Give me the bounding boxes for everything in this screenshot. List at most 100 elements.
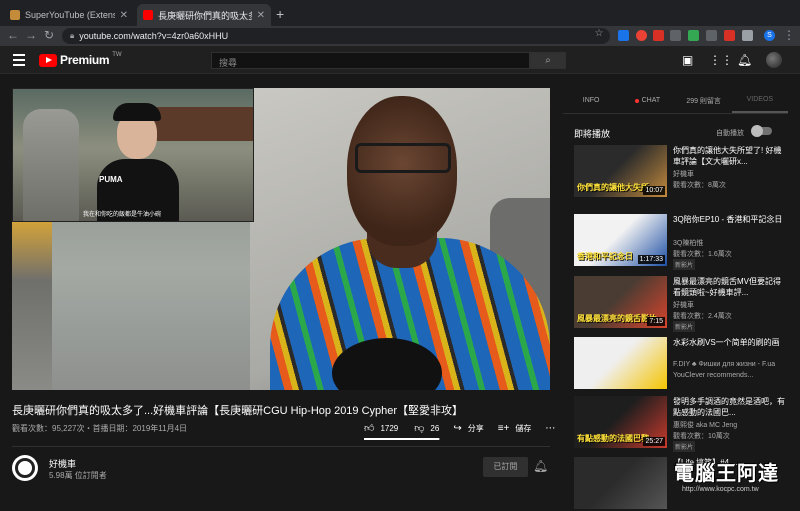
dislike-icon[interactable]: 👎︎: [414, 422, 424, 434]
browser-menu-icon[interactable]: ⋮: [782, 28, 796, 42]
video-thumbnail[interactable]: 香港和平記念日 1:17:33: [574, 214, 667, 266]
extension-icon[interactable]: [653, 30, 664, 41]
autoplay-toggle[interactable]: [751, 125, 772, 137]
video-actions: 👍︎ 1729 👎︎ 26 ↪ 分享 ≡+ 儲存 ⋯: [364, 422, 555, 435]
tab-comments[interactable]: 299 則留言: [676, 88, 732, 113]
new-video-badge: 新影片: [673, 441, 696, 452]
youtube-play-icon: [39, 53, 57, 67]
extension-icon[interactable]: [670, 30, 681, 41]
channel-subscriber-count: 5.98萬 位訂閱者: [49, 471, 107, 480]
video-thumbnail[interactable]: 風暴最漂亮的鏡舌影片 7:15: [574, 276, 667, 328]
share-label[interactable]: 分享: [468, 423, 484, 434]
video-thumbnail[interactable]: [574, 337, 667, 389]
notifications-bell-icon[interactable]: 🔔︎: [737, 53, 752, 67]
address-bar-row: ← → ↻ 🔒︎ youtube.com/watch?v=4zr0a60xHHU…: [0, 26, 800, 46]
menu-icon[interactable]: [13, 54, 25, 69]
extension-icon[interactable]: [706, 30, 717, 41]
thumbnail-overlay-text: 香港和平記念日: [577, 252, 633, 261]
extension-icon[interactable]: [636, 30, 647, 41]
omnibox[interactable]: 🔒︎ youtube.com/watch?v=4zr0a60xHHU: [62, 28, 610, 44]
up-next-video[interactable]: 有點感動的法國巴黎 25:27 發明多手調酒的竟然是酒吧，有點感動的法國巴... 惠熙…: [574, 396, 788, 452]
inset-subtitle: 我在和你吃的飯都是牛油小碗: [83, 212, 162, 218]
video-title[interactable]: 水彩水刷VS一个简单的刷的画: [673, 337, 788, 348]
tab-info[interactable]: INFO: [563, 88, 619, 113]
video-duration: 10:07: [643, 186, 665, 195]
video-views: YouClever recommends...: [673, 372, 754, 379]
live-dot-icon: [634, 98, 639, 103]
video-channel[interactable]: 惠熙俊 aka MC Jeng: [673, 420, 737, 430]
tab-label: INFO: [582, 97, 600, 104]
watermark: 電腦王阿達 http://www.kocpc.com.tw: [668, 455, 796, 497]
video-thumbnail[interactable]: 有點感動的法國巴黎 25:27: [574, 396, 667, 448]
extension-icon[interactable]: [742, 30, 753, 41]
picture-in-picture-inset: PUMA 我在和你吃的飯都是牛油小碗: [12, 88, 254, 222]
thumbnail-overlay-text: 有點感動的法國巴黎: [577, 434, 649, 443]
youtube-logo[interactable]: Premium TW: [39, 52, 122, 67]
extension-icon[interactable]: [618, 30, 629, 41]
close-tab-icon[interactable]: ✕: [257, 10, 265, 21]
video-channel[interactable]: 好機車: [673, 300, 694, 310]
bookmark-star-icon[interactable]: ☆: [592, 28, 606, 39]
share-icon[interactable]: ↪: [453, 423, 461, 434]
video-shelf: [12, 222, 52, 390]
save-playlist-icon[interactable]: ≡+: [498, 423, 510, 434]
more-actions-icon[interactable]: ⋯: [545, 423, 555, 434]
video-title[interactable]: 你們真的讓他大失所望了! 好機車評論【文大曬研x...: [673, 145, 788, 167]
browser-tab-youtube[interactable]: 長庚曬研你們真的吸太多了...好 ✕: [137, 4, 271, 26]
video-title[interactable]: 3Q陪你EP10 - 香港和平記念日: [673, 214, 788, 225]
video-player[interactable]: PUMA 我在和你吃的飯都是牛油小碗: [12, 88, 550, 390]
video-duration: 7:15: [647, 317, 665, 326]
thumbnail-overlay-text: 你們真的讓他大失所: [577, 183, 649, 192]
inset-temple-roof: [148, 107, 253, 141]
tab-title: SuperYouTube (Extension for Yo: [25, 10, 115, 20]
extension-icon[interactable]: [688, 30, 699, 41]
create-video-icon[interactable]: ▣: [682, 53, 693, 67]
divider: [12, 446, 550, 447]
video-person-glasses: [355, 143, 451, 173]
tab-chat[interactable]: CHAT: [619, 88, 675, 113]
video-channel[interactable]: 好機車: [673, 169, 694, 179]
subscribed-button[interactable]: 已訂閱: [483, 457, 528, 477]
video-thumbnail[interactable]: 你們真的讓他大失所 10:07: [574, 145, 667, 197]
new-video-badge: 新影片: [673, 321, 696, 332]
video-duration: 1:17:33: [637, 255, 665, 264]
autoplay-label: 自動播放: [716, 130, 744, 137]
channel-avatar[interactable]: [12, 455, 38, 481]
close-tab-icon[interactable]: ✕: [120, 10, 128, 21]
up-next-video[interactable]: 你們真的讓他大失所 10:07 你們真的讓他大失所望了! 好機車評論【文大曬研x..…: [574, 145, 788, 199]
like-icon[interactable]: 👍︎: [364, 422, 374, 434]
tab-videos[interactable]: VIDEOS: [731, 88, 788, 113]
video-channel[interactable]: 3Q陳柏惟: [673, 238, 703, 248]
new-tab-button[interactable]: +: [276, 6, 284, 22]
up-next-video[interactable]: 水彩水刷VS一个简单的刷的画 F.DIY ♣ Фишки для жизни - …: [574, 337, 788, 391]
inset-statue: [23, 109, 79, 221]
sidebar-tabs: INFO CHAT 299 則留言 VIDEOS: [563, 88, 788, 114]
video-channel[interactable]: F.DIY ♣ Фишки для жизни - F.ua: [673, 361, 775, 368]
up-next-video[interactable]: 香港和平記念日 1:17:33 3Q陪你EP10 - 香港和平記念日 3Q陳柏惟觀看次…: [574, 214, 788, 270]
search-input[interactable]: 搜尋: [211, 52, 530, 69]
account-avatar[interactable]: [766, 52, 782, 68]
video-title[interactable]: 風暴最漂亮的鏡舌MV但要記得看鏡頭啦~好機車評...: [673, 276, 788, 298]
save-label[interactable]: 儲存: [515, 423, 531, 434]
search-button[interactable]: ⌕: [530, 52, 566, 69]
video-thumbnail[interactable]: [574, 457, 667, 509]
region-label: TW: [112, 52, 122, 58]
watermark-url: http://www.kocpc.com.tw: [682, 486, 759, 493]
video-views: 觀看次數：1.6萬次: [673, 251, 732, 258]
reload-icon[interactable]: ↻: [42, 28, 56, 42]
profile-avatar[interactable]: S: [764, 30, 775, 41]
thumbnail-overlay-text: 風暴最漂亮的鏡舌影片: [577, 314, 657, 323]
video-meta: 觀看次數：95,227次・首播日期：2019年11月4日: [12, 424, 188, 433]
up-next-video[interactable]: 風暴最漂亮的鏡舌影片 7:15 風暴最漂亮的鏡舌MV但要記得看鏡頭啦~好機車評...…: [574, 276, 788, 332]
channel-name[interactable]: 好機車: [49, 457, 76, 470]
lock-icon: 🔒︎: [70, 31, 75, 40]
browser-tab-superyoutube[interactable]: SuperYouTube (Extension for Yo ✕: [4, 4, 134, 26]
like-ratio-fill: [364, 438, 439, 440]
apps-grid-icon[interactable]: ⋮⋮: [709, 53, 733, 67]
forward-icon[interactable]: →: [24, 28, 38, 42]
youtube-header: Premium TW 搜尋 ⌕ ▣ ⋮⋮ 🔔︎: [0, 46, 800, 74]
extension-icon[interactable]: [724, 30, 735, 41]
back-icon[interactable]: ←: [6, 28, 20, 42]
notification-bell-icon[interactable]: 🔔︎: [533, 459, 548, 473]
video-title[interactable]: 發明多手調酒的竟然是酒吧，有點感動的法國巴...: [673, 396, 788, 418]
